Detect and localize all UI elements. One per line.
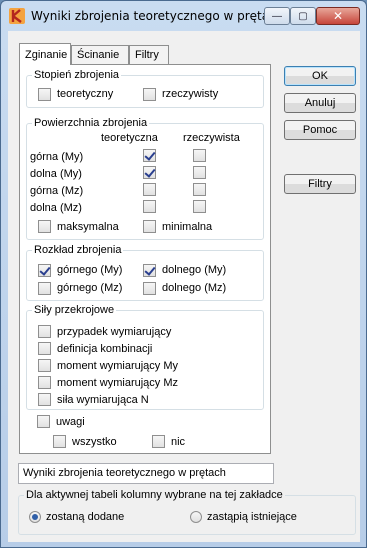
window-title: Wyniki zbrojenia teoretycznego w prętach <box>31 9 284 23</box>
checkbox-gorna-mz-teoretyczna[interactable] <box>143 183 156 196</box>
close-button[interactable]: ✕ <box>316 7 360 25</box>
checkbox-moment-mz[interactable] <box>38 376 51 389</box>
checkbox-gornego-mz[interactable] <box>38 282 51 295</box>
tab-label: Zginanie <box>25 48 68 61</box>
group-columns-mode: Dla aktywnej tabeli kolumny wybrane na t… <box>18 489 356 535</box>
label-moment-my: moment wymiarujący My <box>57 360 179 372</box>
cancel-button[interactable]: Anuluj <box>284 93 356 113</box>
checkbox-wszystko[interactable] <box>53 435 66 448</box>
help-button[interactable]: Pomoc <box>284 120 356 140</box>
tab-zginanie[interactable]: Zginanie <box>19 43 71 65</box>
group-title: Dla aktywnej tabeli kolumny wybrane na t… <box>24 489 285 501</box>
checkbox-minimalna[interactable] <box>143 220 156 233</box>
checkbox-gorna-my-rzeczywista[interactable] <box>193 149 206 162</box>
filters-button[interactable]: Filtry <box>284 174 356 194</box>
label-dolnego-my: dolnego (My) <box>162 264 227 276</box>
radio-zostana-dodane[interactable] <box>29 511 41 523</box>
group-powierzchnia-zbrojenia: Powierzchnia zbrojenia teoretyczna rzecz… <box>26 117 264 240</box>
row-label-dolna-my: dolna (My) <box>30 168 82 180</box>
row-label-gorna-mz: górna (Mz) <box>30 185 84 197</box>
dialog-window: Wyniki zbrojenia teoretycznego w prętach… <box>0 0 367 548</box>
label-dolnego-mz: dolnego (Mz) <box>162 282 227 294</box>
checkbox-gornego-my[interactable] <box>38 264 51 277</box>
label-zastapia-istniejace: zastąpią istniejące <box>207 511 297 523</box>
checkbox-dolna-my-rzeczywista[interactable] <box>193 166 206 179</box>
checkbox-dolna-mz-rzeczywista[interactable] <box>193 200 206 213</box>
label-zostana-dodane: zostaną dodane <box>46 511 125 523</box>
label-sila-n: siła wymiarująca N <box>57 394 149 406</box>
ok-button[interactable]: OK <box>284 66 356 86</box>
checkbox-gorna-mz-rzeczywista[interactable] <box>193 183 206 196</box>
checkbox-dolna-my-teoretyczna[interactable] <box>143 166 156 179</box>
minimize-button[interactable]: — <box>264 7 290 25</box>
checkbox-definicja-kombinacji[interactable] <box>38 342 51 355</box>
row-label-dolna-mz: dolna (Mz) <box>30 202 82 214</box>
maximize-icon: ▢ <box>298 10 308 22</box>
group-title: Rozkład zbrojenia <box>32 244 124 256</box>
row-label-gorna-my: górna (My) <box>30 151 84 163</box>
table-name-input[interactable]: Wyniki zbrojenia teoretycznego w prętach <box>18 463 274 484</box>
group-sily-przekrojowe: Siły przekrojowe przypadek wymiarujący d… <box>26 304 264 410</box>
label-minimalna: minimalna <box>162 221 213 233</box>
tab-label: Filtry <box>135 49 159 61</box>
checkbox-przypadek-wymiarujacy[interactable] <box>38 325 51 338</box>
label-uwagi: uwagi <box>56 416 85 428</box>
group-stopien-zbrojenia: Stopień zbrojenia teoretyczny rzeczywist… <box>26 69 264 108</box>
checkbox-dolnego-mz[interactable] <box>143 282 156 295</box>
group-title: Siły przekrojowe <box>32 304 117 316</box>
checkbox-rzeczywisty[interactable] <box>143 88 156 101</box>
title-bar[interactable]: Wyniki zbrojenia teoretycznego w prętach… <box>1 1 366 31</box>
label-rzeczywisty: rzeczywisty <box>162 88 219 100</box>
checkbox-maksymalna[interactable] <box>38 220 51 233</box>
label-maksymalna: maksymalna <box>57 221 119 233</box>
checkbox-gorna-my-teoretyczna[interactable] <box>143 149 156 162</box>
group-title: Powierzchnia zbrojenia <box>32 117 150 129</box>
group-rozklad-zbrojenia: Rozkład zbrojenia górnego (My) dolnego (… <box>26 244 264 301</box>
label-gornego-my: górnego (My) <box>57 264 123 276</box>
label-gornego-mz: górnego (Mz) <box>57 282 123 294</box>
label-teoretyczny: teoretyczny <box>57 88 114 100</box>
tab-panel-zginanie: Stopień zbrojenia teoretyczny rzeczywist… <box>19 64 271 454</box>
checkbox-uwagi[interactable] <box>37 415 50 428</box>
group-title: Stopień zbrojenia <box>32 69 122 81</box>
checkbox-dolnego-my[interactable] <box>143 264 156 277</box>
label-moment-mz: moment wymiarujący Mz <box>57 377 179 389</box>
checkbox-teoretyczny[interactable] <box>38 88 51 101</box>
label-nic: nic <box>171 436 186 448</box>
minimize-icon: — <box>272 10 282 22</box>
label-wszystko: wszystko <box>72 436 117 448</box>
column-header-rzeczywista: rzeczywista <box>183 132 240 144</box>
radio-zastapia-istniejace[interactable] <box>190 511 202 523</box>
close-icon: ✕ <box>332 9 344 23</box>
label-definicja-kombinacji: definicja kombinacji <box>57 343 153 355</box>
checkbox-dolna-mz-teoretyczna[interactable] <box>143 200 156 213</box>
tab-filtry[interactable]: Filtry <box>129 45 169 64</box>
app-logo-icon <box>9 8 25 24</box>
dialog-client-area: Zginanie Ścinanie Filtry Stopień zbrojen… <box>8 31 360 542</box>
column-header-teoretyczna: teoretyczna <box>101 132 158 144</box>
tab-label: Ścinanie <box>77 49 120 61</box>
checkbox-moment-my[interactable] <box>38 359 51 372</box>
tab-scinanie[interactable]: Ścinanie <box>71 45 129 64</box>
checkbox-nic[interactable] <box>152 435 165 448</box>
maximize-button[interactable]: ▢ <box>290 7 316 25</box>
checkbox-sila-n[interactable] <box>38 393 51 406</box>
label-przypadek-wymiarujacy: przypadek wymiarujący <box>57 326 172 338</box>
